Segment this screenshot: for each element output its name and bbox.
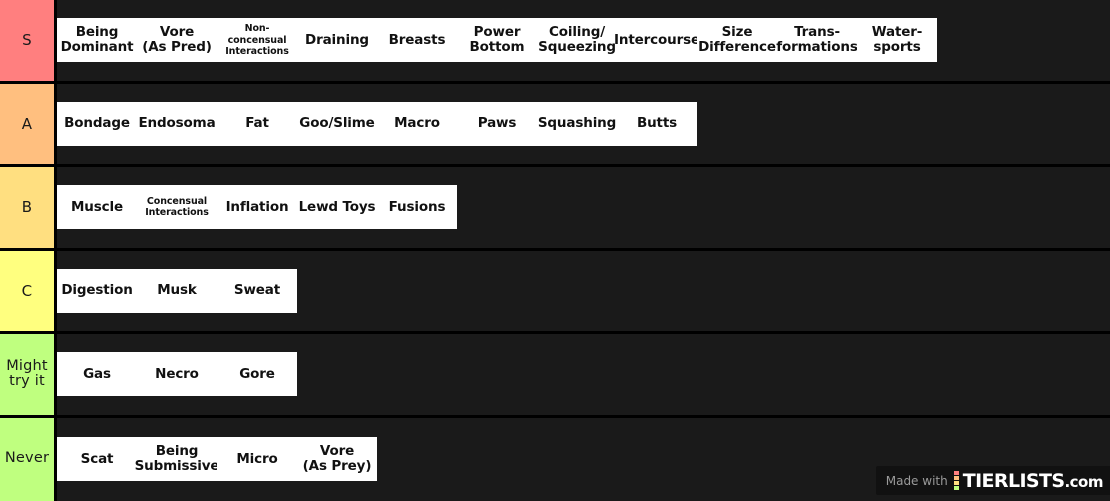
tier-item[interactable]: Inflation	[217, 185, 297, 230]
tier-item[interactable]: Lewd Toys	[297, 185, 377, 230]
tier-item[interactable]: Breasts	[377, 18, 457, 63]
tier-item[interactable]: Intercourse	[614, 18, 700, 63]
tier-label[interactable]: Never	[0, 417, 57, 501]
tier-item[interactable]: Fusions	[377, 185, 457, 230]
tier-label[interactable]: S	[0, 0, 57, 81]
tier-item[interactable]: Bondage	[57, 101, 137, 146]
tier-item[interactable]: Sweat	[217, 268, 297, 313]
tier-item[interactable]: Trans- formations	[776, 18, 858, 63]
tier-item[interactable]: Water- sports	[857, 18, 937, 63]
tier-items-area[interactable]: Being Dominant Vore (As Pred) Non-concensu…	[57, 0, 1110, 81]
tier-label[interactable]: Might try it	[0, 334, 57, 415]
tier-item[interactable]: Being Submissive	[135, 437, 220, 482]
tierlists-logo-icon	[953, 471, 959, 490]
tier-item[interactable]: Scat	[57, 437, 137, 482]
tier-item[interactable]: Musk	[137, 268, 217, 313]
tier-item[interactable]: Non-concensual Interactions	[217, 18, 297, 63]
tier-row: C Digestion Musk Sweat	[0, 250, 1110, 334]
tier-row: S Being Dominant Vore (As Pred) Non-concens…	[0, 0, 1110, 84]
tier-item[interactable]: Power Bottom	[457, 18, 537, 63]
tier-items-area[interactable]: Digestion Musk Sweat	[57, 250, 1110, 331]
tier-label[interactable]: C	[0, 250, 57, 331]
tier-item[interactable]: Butts	[617, 101, 697, 146]
logo-dot	[953, 471, 959, 475]
tier-items-area[interactable]: Bondage Endosoma Fat Goo/Slime Macro Paws Squa…	[57, 83, 1110, 164]
watermark-brand-name: TIERLISTS.com	[962, 469, 1104, 492]
tier-label[interactable]: A	[0, 83, 57, 164]
tier-item[interactable]: Fat	[217, 101, 297, 146]
tier-item[interactable]: Paws	[457, 101, 537, 146]
logo-dot	[953, 476, 959, 480]
tier-row: A Bondage Endosoma Fat Goo/Slime Macro Paws Squ…	[0, 83, 1110, 167]
logo-dot	[953, 481, 959, 485]
tier-item[interactable]: Coiling/ Squeezing	[537, 18, 617, 63]
tier-item[interactable]: Goo/Slime	[297, 101, 377, 146]
tier-item[interactable]: Necro	[137, 352, 217, 397]
tier-item[interactable]: Macro	[377, 101, 457, 146]
tier-items-strip: Muscle Concensual Interactions Inflation Le…	[57, 185, 457, 230]
tier-items-strip: Digestion Musk Sweat	[57, 268, 297, 313]
tier-item[interactable]: Vore (As Prey)	[297, 437, 377, 482]
tier-list-board: S Being Dominant Vore (As Pred) Non-concens…	[0, 0, 1110, 501]
tier-items-area[interactable]: Gas Necro Gore	[57, 334, 1110, 415]
tier-items-strip: Gas Necro Gore	[57, 352, 297, 397]
tier-item[interactable]: Digestion	[57, 268, 137, 313]
tier-items-strip: Scat Being Submissive Micro Vore (As Prey)	[57, 437, 377, 482]
tier-item[interactable]: Gore	[217, 352, 297, 397]
tier-item[interactable]: Vore (As Pred)	[137, 18, 217, 63]
tier-item[interactable]: Concensual Interactions	[137, 185, 217, 230]
tier-item[interactable]: Being Dominant	[57, 18, 137, 63]
tier-items-strip: Bondage Endosoma Fat Goo/Slime Macro Paws Squa…	[57, 101, 697, 146]
tier-item[interactable]: Endosoma	[137, 101, 217, 146]
tier-item[interactable]: Draining	[297, 18, 377, 63]
tier-items-strip: Being Dominant Vore (As Pred) Non-concensu…	[57, 18, 937, 63]
watermark-badge[interactable]: Made with TIERLISTS.com	[875, 466, 1110, 495]
tier-label[interactable]: B	[0, 167, 57, 248]
watermark-made-with-label: Made with	[885, 473, 948, 488]
tier-item[interactable]: Micro	[217, 437, 297, 482]
tier-item[interactable]: Squashing	[537, 101, 617, 146]
tier-row: B Muscle Concensual Interactions Inflation L…	[0, 167, 1110, 251]
tier-item[interactable]: Gas	[57, 352, 137, 397]
tier-item[interactable]: Muscle	[57, 185, 137, 230]
brand-text: TIERLISTS	[962, 469, 1065, 492]
tier-items-area[interactable]: Muscle Concensual Interactions Inflation Le…	[57, 167, 1110, 248]
brand-tld: .com	[1064, 472, 1103, 491]
logo-dot	[953, 486, 959, 490]
tier-row: Might try it Gas Necro Gore	[0, 334, 1110, 418]
tier-item[interactable]: Size Difference	[697, 18, 777, 63]
